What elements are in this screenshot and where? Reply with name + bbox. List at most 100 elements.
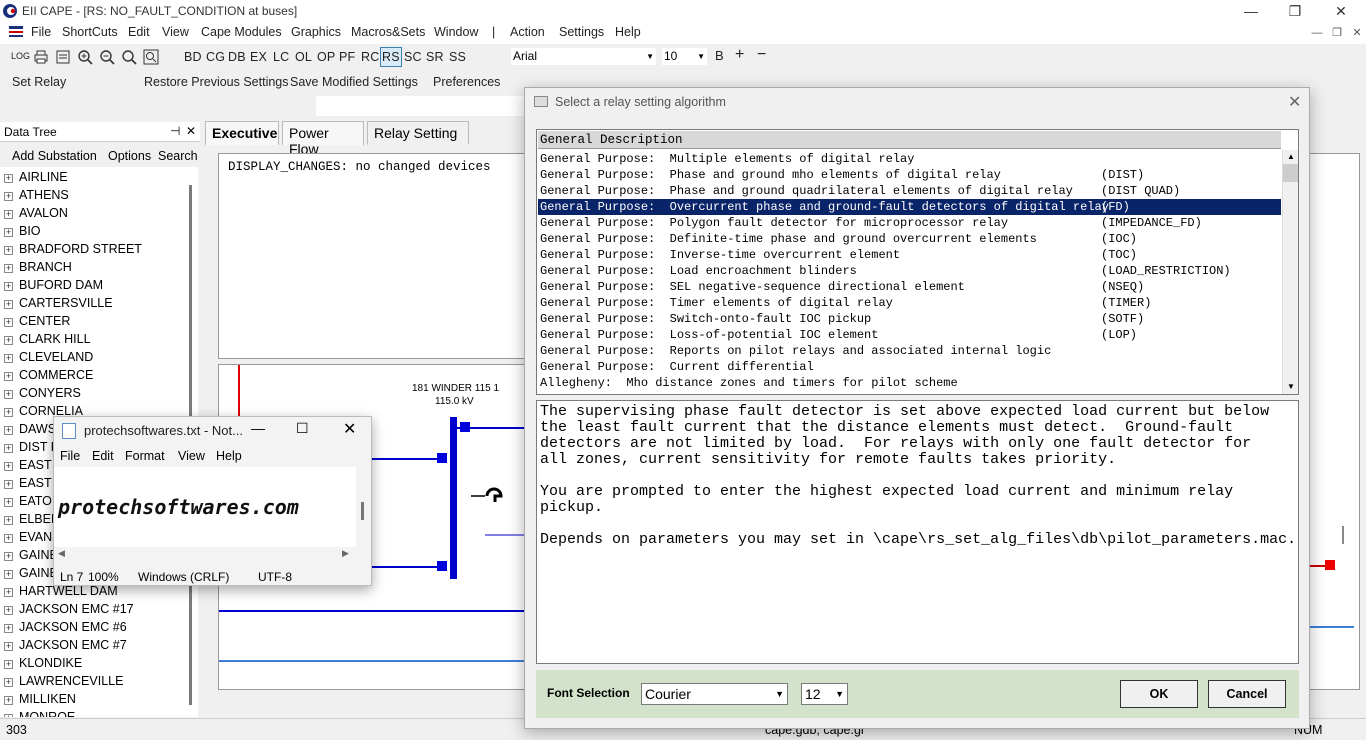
mdi-restore-icon[interactable]: ❐ — [1328, 26, 1346, 40]
bold-button[interactable]: B — [715, 48, 724, 63]
module-rc-button[interactable]: RC — [361, 50, 379, 64]
list-item[interactable]: General Purpose: Multiple elements of di… — [538, 151, 1281, 167]
expand-icon[interactable]: + — [4, 714, 13, 717]
pin-icon[interactable]: ⊣ — [170, 124, 180, 138]
notepad-maximize-button[interactable]: ☐ — [296, 420, 309, 437]
tree-item[interactable]: + COMMERCE — [4, 368, 93, 386]
expand-icon[interactable]: + — [4, 570, 13, 579]
tree-item[interactable]: + ATHENS — [4, 188, 69, 206]
menu-action[interactable]: Action — [510, 25, 545, 39]
print-icon[interactable] — [33, 49, 49, 65]
tree-item[interactable]: + GAINE — [4, 548, 58, 566]
tree-item[interactable]: + CLEVELAND — [4, 350, 93, 368]
dialog-font-size-select[interactable]: 12 ▼ — [801, 683, 848, 705]
scroll-down-icon[interactable]: ▼ — [1287, 382, 1295, 391]
notepad-menu-view[interactable]: View — [178, 449, 205, 463]
zoom-out-icon[interactable] — [99, 49, 115, 65]
tree-item[interactable]: + AVALON — [4, 206, 68, 224]
expand-icon[interactable]: + — [4, 282, 13, 291]
module-sc-button[interactable]: SC — [404, 50, 422, 64]
list-scroll-thumb[interactable] — [1283, 164, 1298, 182]
expand-icon[interactable]: + — [4, 678, 13, 687]
tree-item[interactable]: + GAINE — [4, 566, 58, 584]
expand-icon[interactable]: + — [4, 444, 13, 453]
tree-item[interactable]: + BRADFORD STREET — [4, 242, 142, 260]
notepad-menu-format[interactable]: Format — [125, 449, 165, 463]
set-relay-button[interactable]: Set Relay — [12, 75, 66, 89]
tree-item[interactable]: + EAST — [4, 458, 52, 476]
module-ex-button[interactable]: EX — [250, 50, 267, 64]
expand-icon[interactable]: + — [4, 498, 13, 507]
menu-cape-modules[interactable]: Cape Modules — [201, 25, 282, 39]
expand-icon[interactable]: + — [4, 390, 13, 399]
tree-item[interactable]: + KLONDIKE — [4, 656, 82, 674]
menu-macros-sets[interactable]: Macros&Sets — [351, 25, 425, 39]
tab-executive[interactable]: Executive — [205, 121, 279, 145]
menu-graphics[interactable]: Graphics — [291, 25, 341, 39]
font-name-select[interactable]: Arial ▼ — [511, 48, 656, 65]
tree-item[interactable]: + JACKSON EMC #17 — [4, 602, 134, 620]
menu-edit[interactable]: Edit — [128, 25, 150, 39]
plus-icon[interactable]: + — [735, 46, 744, 64]
expand-icon[interactable]: + — [4, 660, 13, 669]
tree-item[interactable]: + AIRLINE — [4, 170, 68, 188]
expand-icon[interactable]: + — [4, 354, 13, 363]
list-scrollbar[interactable]: ▲ ▼ — [1282, 150, 1298, 394]
expand-icon[interactable]: + — [4, 372, 13, 381]
expand-icon[interactable]: + — [4, 534, 13, 543]
list-item[interactable]: General Purpose: Inverse-time overcurren… — [538, 247, 1281, 263]
module-db-button[interactable]: DB — [228, 50, 246, 64]
tree-item[interactable]: + CENTER — [4, 314, 70, 332]
module-cg-button[interactable]: CG — [206, 50, 225, 64]
list-item[interactable]: General Purpose: Overcurrent phase and g… — [538, 199, 1281, 215]
tree-item[interactable]: + EVANS — [4, 530, 60, 548]
expand-icon[interactable]: + — [4, 408, 13, 417]
tree-item[interactable]: + BIO — [4, 224, 41, 242]
expand-icon[interactable]: + — [4, 462, 13, 471]
menu-settings[interactable]: Settings — [559, 25, 604, 39]
expand-icon[interactable]: + — [4, 264, 13, 273]
menu-file[interactable]: File — [31, 25, 51, 39]
cancel-button[interactable]: Cancel — [1208, 680, 1286, 708]
expand-icon[interactable]: + — [4, 606, 13, 615]
minus-icon[interactable]: − — [757, 46, 766, 64]
expand-icon[interactable]: + — [4, 696, 13, 705]
expand-icon[interactable]: + — [4, 336, 13, 345]
expand-icon[interactable]: + — [4, 174, 13, 183]
notepad-vscroll[interactable] — [361, 502, 364, 520]
tree-item[interactable]: + ELBER — [4, 512, 60, 530]
options-button[interactable]: Options — [108, 149, 151, 163]
notepad-menu-help[interactable]: Help — [216, 449, 242, 463]
tab-power-flow[interactable]: Power Flow — [282, 121, 364, 157]
list-item[interactable]: General Purpose: Definite-time phase and… — [538, 231, 1281, 247]
module-pf-button[interactable]: PF — [339, 50, 355, 64]
add-substation-button[interactable]: Add Substation — [12, 149, 97, 163]
expand-icon[interactable]: + — [4, 246, 13, 255]
notepad-close-button[interactable]: ✕ — [343, 419, 356, 439]
log-icon[interactable]: LOG — [11, 51, 30, 61]
right-scrollbar-thumb[interactable] — [1342, 526, 1344, 544]
scroll-up-icon[interactable]: ▲ — [1287, 152, 1295, 161]
expand-icon[interactable]: + — [4, 516, 13, 525]
minimize-button[interactable]: — — [1228, 0, 1274, 22]
expand-icon[interactable]: + — [4, 318, 13, 327]
restore-previous-settings-button[interactable]: Restore Previous Settings — [144, 75, 289, 89]
menu-help[interactable]: Help — [615, 25, 641, 39]
tree-item[interactable]: + BRANCH — [4, 260, 72, 278]
tree-item[interactable]: + DIST F — [4, 440, 58, 458]
tree-item[interactable]: + BUFORD DAM — [4, 278, 103, 296]
expand-icon[interactable]: + — [4, 552, 13, 561]
tree-item[interactable]: + EAST — [4, 476, 52, 494]
zoom-icon[interactable] — [121, 49, 137, 65]
menu-window[interactable]: Window — [434, 25, 478, 39]
list-item[interactable]: General Purpose: Phase and ground quadri… — [538, 183, 1281, 199]
list-item[interactable]: General Purpose: Timer elements of digit… — [538, 295, 1281, 311]
notepad-menu-file[interactable]: File — [60, 449, 80, 463]
scroll-left-icon[interactable]: ◀ — [58, 548, 65, 559]
tab-relay-setting[interactable]: Relay Setting — [367, 121, 469, 145]
dialog-close-icon[interactable]: ✕ — [1288, 92, 1301, 112]
notepad-minimize-button[interactable]: — — [251, 420, 265, 436]
module-ss-button[interactable]: SS — [449, 50, 466, 64]
expand-icon[interactable]: + — [4, 300, 13, 309]
maximize-button[interactable]: ❐ — [1272, 0, 1318, 22]
